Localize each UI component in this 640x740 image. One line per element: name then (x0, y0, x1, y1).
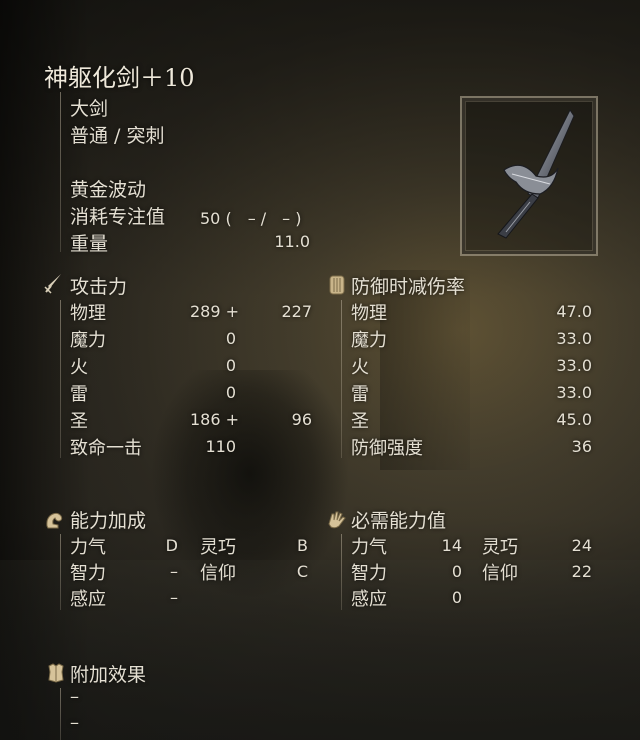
effects-section-title: 附加效果 (70, 664, 147, 686)
attack-bonus: 227 (281, 302, 312, 321)
scaling-label: 力气 (70, 537, 106, 558)
attack-base: 186 + (190, 410, 240, 429)
guard-divider (341, 300, 342, 458)
requirement-label: 智力 (351, 563, 387, 584)
attack-label: 圣 (70, 411, 88, 432)
requirement-label: 灵巧 (482, 537, 518, 558)
guard-value: 33.0 (556, 356, 592, 375)
guard-value: 36 (571, 437, 592, 456)
requirement-label: 信仰 (482, 563, 518, 584)
guard-label: 防御强度 (351, 438, 423, 459)
scaling-grade: C (296, 562, 308, 581)
scaling-divider (60, 534, 61, 610)
attack-section-title: 攻击力 (70, 276, 128, 298)
scaling-label: 智力 (70, 563, 106, 584)
scaling-section-title: 能力加成 (70, 510, 147, 532)
weapon-name: 神躯化剑＋10 (44, 64, 195, 92)
requirement-value: 0 (451, 588, 462, 607)
effects-divider (60, 688, 61, 740)
guard-section-title: 防御时减伤率 (351, 276, 466, 298)
scaling-label: 信仰 (200, 563, 236, 584)
scaling-grade: – (170, 562, 178, 581)
attack-label: 魔力 (70, 330, 106, 351)
scaling-grade: D (165, 536, 178, 555)
scaling-grade: B (297, 536, 308, 555)
guard-value: 45.0 (556, 410, 592, 429)
attack-bonus: 96 (291, 410, 312, 429)
attack-divider (60, 300, 61, 458)
fp-cost-label: 消耗专注值 (70, 206, 166, 228)
weapon-attack-type: 普通 / 突刺 (70, 125, 165, 147)
attack-base: 110 (205, 437, 236, 456)
attack-base: 289 + (190, 302, 240, 321)
weapon-type: 大剑 (70, 98, 109, 120)
effect-item: – (70, 712, 79, 733)
scaling-label: 感应 (70, 589, 106, 610)
info-divider (60, 92, 61, 252)
effect-item: – (70, 686, 79, 707)
weapon-skill: 黄金波动 (70, 179, 147, 201)
requirement-value: 0 (451, 562, 462, 581)
requirement-label: 力气 (351, 537, 387, 558)
guard-label: 物理 (351, 303, 387, 324)
attack-label: 雷 (70, 384, 88, 405)
weight-label: 重量 (70, 233, 109, 255)
attack-base: 0 (225, 329, 236, 348)
attack-label: 致命一击 (70, 438, 142, 459)
requirements-divider (341, 534, 342, 610)
guard-label: 魔力 (351, 330, 387, 351)
guard-value: 33.0 (556, 329, 592, 348)
hand-icon (326, 508, 348, 534)
guard-value: 47.0 (556, 302, 592, 321)
weight-value: 11.0 (274, 232, 310, 251)
requirement-label: 感应 (351, 589, 387, 610)
requirements-section-title: 必需能力值 (351, 510, 447, 532)
arm-icon (44, 508, 66, 534)
guard-value: 33.0 (556, 383, 592, 402)
attack-label: 火 (70, 357, 88, 378)
weapon-sword-image (497, 109, 575, 239)
armor-icon (46, 662, 66, 688)
weapon-image-frame (460, 96, 598, 256)
attack-base: 0 (225, 356, 236, 375)
requirement-value: 14 (441, 536, 462, 555)
attack-base: 0 (225, 383, 236, 402)
scaling-label: 灵巧 (200, 537, 236, 558)
guard-label: 火 (351, 357, 369, 378)
attack-label: 物理 (70, 303, 106, 324)
guard-label: 圣 (351, 411, 369, 432)
scaling-grade: – (170, 588, 178, 607)
sword-icon (42, 272, 64, 300)
guard-label: 雷 (351, 384, 369, 405)
shield-icon (328, 274, 346, 300)
fp-cost-value: 50 ( – / – ) (200, 209, 302, 228)
requirement-value: 24 (571, 536, 592, 555)
requirement-value: 22 (571, 562, 592, 581)
